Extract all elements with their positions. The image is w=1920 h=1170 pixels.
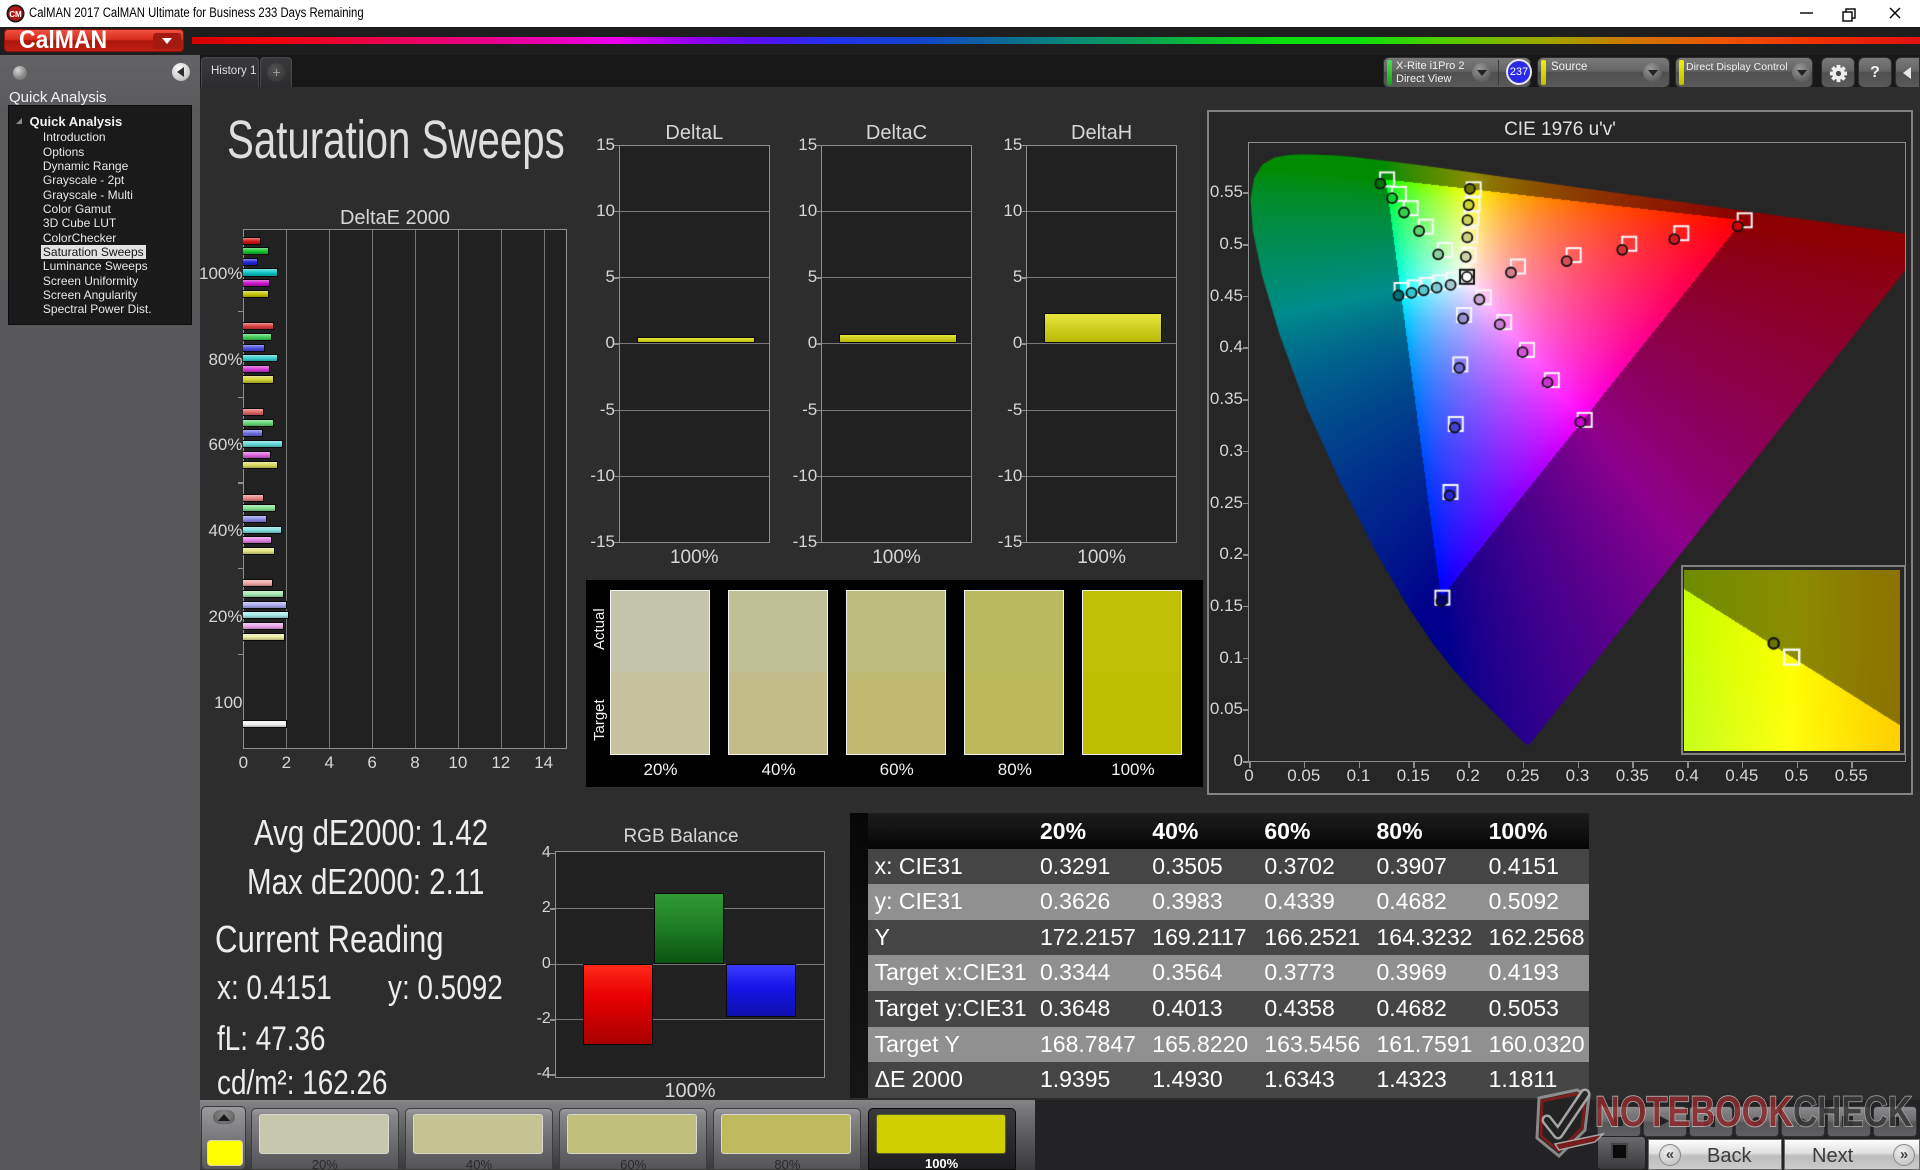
svg-text:CM: CM (9, 10, 22, 19)
svg-text:CHECK: CHECK (1793, 1088, 1912, 1136)
svg-text:NOTEBOOK: NOTEBOOK (1595, 1088, 1793, 1136)
